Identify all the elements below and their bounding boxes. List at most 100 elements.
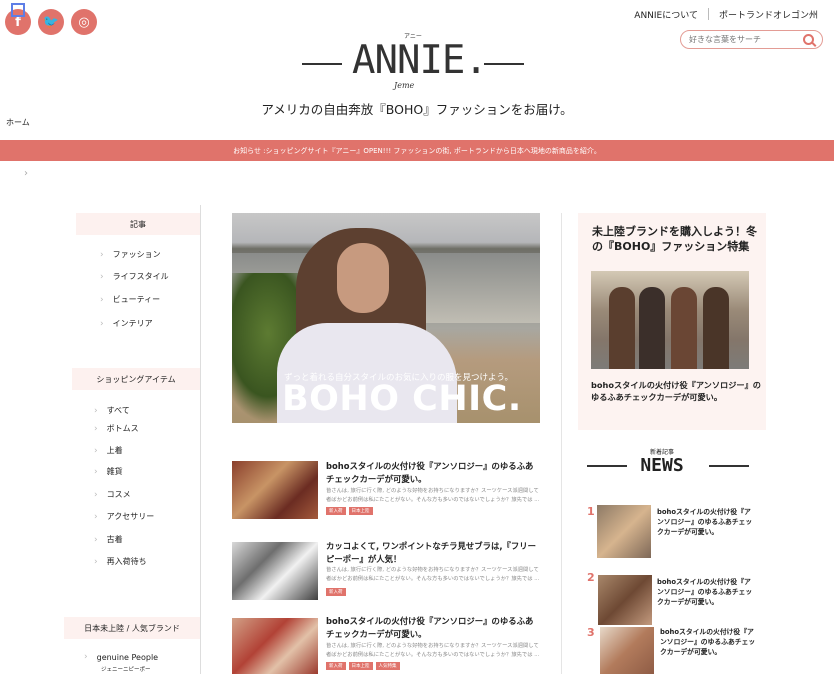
sidebar-item-restock[interactable]: › 再入荷待ち <box>94 556 147 567</box>
sidebar-heading-shopping: ショッピングアイテム <box>72 368 200 390</box>
sidebar-item-beauty[interactable]: › ビューティー <box>100 294 160 305</box>
chevron-right-icon: › <box>94 511 98 522</box>
heading-label: 日本未上陸 / 人気ブランド <box>84 623 180 633</box>
item-label: 再入荷待ち <box>106 557 147 566</box>
sidebar-item-lifestyle[interactable]: › ライフスタイル <box>100 271 169 282</box>
sidebar-item-interior[interactable]: › インテリア <box>100 318 153 329</box>
item-label: 古着 <box>106 535 123 544</box>
about-link[interactable]: ANNIEについて <box>634 8 698 21</box>
article-tags: 新入荷 日本上陸 人気特集 <box>326 662 400 670</box>
figure-shape <box>671 287 697 369</box>
sidebar-item-vintage[interactable]: › 古着 <box>94 534 123 545</box>
article-desc: 皆さんは, 旅行に行く際, どのような好物をお持ちになりますか？スーツケース派週… <box>326 488 540 503</box>
divider <box>200 205 201 674</box>
sidebar-item-cosme[interactable]: › コスメ <box>94 489 131 500</box>
sidebar-item-goods[interactable]: › 雑貨 <box>94 466 123 477</box>
search-input[interactable] <box>689 35 801 44</box>
portland-link[interactable]: ポートランドオレゴン州 <box>719 8 818 21</box>
chevron-right-icon: › <box>100 271 104 282</box>
rank-number: 2 <box>587 571 595 584</box>
item-label: インテリア <box>112 319 153 328</box>
chevron-right-icon: › <box>94 534 98 545</box>
rank-number: 1 <box>587 505 595 518</box>
logo-sub: Jeme <box>394 81 415 90</box>
chevron-right-icon: › <box>100 294 104 305</box>
chevron-right-icon: › <box>94 423 98 434</box>
feature-desc: bohoスタイルの火付け役『アンソロジー』のゆるふあチェックカーデが可愛い。 <box>591 380 761 402</box>
article-desc: 皆さんは, 旅行に行く際, どのような好物をお持ちになりますか？スーツケース派週… <box>326 643 540 658</box>
item-label: ライフスタイル <box>112 272 169 281</box>
news-line-right <box>709 465 749 467</box>
item-label: genuine People <box>96 652 159 662</box>
chevron-right-icon: › <box>94 466 98 477</box>
sidebar-heading-articles: 記事 <box>76 213 200 235</box>
sidebar-item-all[interactable]: › すべて <box>94 405 130 416</box>
chevron-right-icon: › <box>94 489 98 500</box>
feature-card[interactable]: 未上陸ブランドを購入しよう！冬の『BOHO』ファッション特集 bohoスタイルの… <box>578 213 766 430</box>
tag-badge[interactable]: 新入荷 <box>326 588 346 596</box>
chevron-right-icon: › <box>94 445 98 456</box>
chevron-right-icon: › <box>84 652 88 662</box>
item-label: すべて <box>106 406 130 415</box>
article-tags: 新入荷 日本上陸 <box>326 507 373 515</box>
sidebar-item-genuine-people[interactable]: › genuine People <box>84 652 158 662</box>
figure-shape <box>703 287 729 369</box>
news-thumbnail[interactable] <box>597 505 651 558</box>
article-title[interactable]: bohoスタイルの火付け役『アンソロジー』のゆるふあチェックカーデが可愛い。 <box>326 460 540 486</box>
hero-banner[interactable]: ずっと着れる自分スタイルのお気に入りの服を見つけよう。 BOHO CHIC. <box>232 213 540 423</box>
sidebar-item-outer[interactable]: › 上着 <box>94 445 123 456</box>
sidebar-item-fashion[interactable]: › ファッション <box>100 249 161 260</box>
sidebar-heading-brands: 日本未上陸 / 人気ブランド <box>64 617 200 639</box>
tagline: アメリカの自由奔放『BOHO』ファッションをお届け。 <box>261 102 573 117</box>
figure-shape <box>639 287 665 369</box>
news-thumbnail[interactable] <box>598 575 652 625</box>
feature-title: 未上陸ブランドを購入しよう！冬の『BOHO』ファッション特集 <box>592 225 757 253</box>
article-thumbnail[interactable] <box>232 542 318 600</box>
brand-sub-label: ジェニーニピーポー <box>101 667 151 673</box>
tag-badge[interactable]: 日本上陸 <box>348 662 373 670</box>
article-tags: 新入荷 <box>326 588 346 596</box>
top-links: ANNIEについて ポートランドオレゴン州 <box>634 8 818 21</box>
article-desc: 皆さんは, 旅行に行く際, どのような好物をお持ちになりますか？スーツケース派週… <box>326 567 540 582</box>
rank-number: 3 <box>587 626 595 639</box>
chevron-right-icon: › <box>24 168 28 179</box>
item-label: ボトムス <box>106 424 139 433</box>
focus-indicator <box>11 3 25 17</box>
logo-line-left <box>302 63 342 65</box>
article-thumbnail[interactable] <box>232 461 318 519</box>
tag-badge[interactable]: 日本上陸 <box>348 507 373 515</box>
logo-text: ANNIE. <box>352 38 488 83</box>
item-label: 上着 <box>106 446 123 455</box>
twitter-icon[interactable]: 🐦 <box>38 9 64 35</box>
sidebar-item-accessory[interactable]: › アクセサリー <box>94 511 154 522</box>
news-item-title[interactable]: bohoスタイルの火付け役『アンソロジー』のゆるふあチェックカーデが可愛い。 <box>657 577 757 607</box>
search-box <box>680 30 823 49</box>
notice-bar: お知らせ :ショッピングサイト『アニー』OPEN!!! ファッションの街, ポー… <box>0 140 834 161</box>
divider <box>707 8 709 20</box>
instagram-icon[interactable]: ◎ <box>71 9 97 35</box>
news-thumbnail[interactable] <box>600 627 654 674</box>
tag-badge[interactable]: 新入荷 <box>326 662 346 670</box>
site-logo[interactable]: アニー ANNIE. Jeme <box>302 28 524 96</box>
hero-title: BOHO CHIC. <box>282 379 522 419</box>
item-label: コスメ <box>106 490 131 499</box>
item-label: アクセサリー <box>106 512 155 521</box>
article-thumbnail[interactable] <box>232 618 318 674</box>
article-title[interactable]: カッコよくて, ワンポイントなチラ見せブラは,『フリーピーポー』が人気！ <box>326 540 540 566</box>
news-item-title[interactable]: bohoスタイルの火付け役『アンソロジー』のゆるふあチェックカーデが可愛い。 <box>660 627 760 657</box>
heading-label: ショッピングアイテム <box>96 374 176 384</box>
tag-badge[interactable]: 新入荷 <box>326 507 346 515</box>
item-label: ファッション <box>112 250 161 259</box>
item-label: ビューティー <box>112 295 161 304</box>
item-label: 雑貨 <box>106 467 123 476</box>
article-title[interactable]: bohoスタイルの火付け役『アンソロジー』のゆるふあチェックカーデが可愛い。 <box>326 615 540 641</box>
breadcrumb-home[interactable]: ホーム <box>6 117 30 128</box>
figure-shape <box>609 287 635 369</box>
chevron-right-icon: › <box>94 556 98 567</box>
search-icon[interactable] <box>803 34 814 45</box>
news-item-title[interactable]: bohoスタイルの火付け役『アンソロジー』のゆるふあチェックカーデが可愛い。 <box>657 507 757 537</box>
sidebar-item-bottoms[interactable]: › ボトムス <box>94 423 139 434</box>
tag-badge[interactable]: 人気特集 <box>375 662 400 670</box>
divider <box>561 213 562 674</box>
chevron-right-icon: › <box>100 249 104 260</box>
